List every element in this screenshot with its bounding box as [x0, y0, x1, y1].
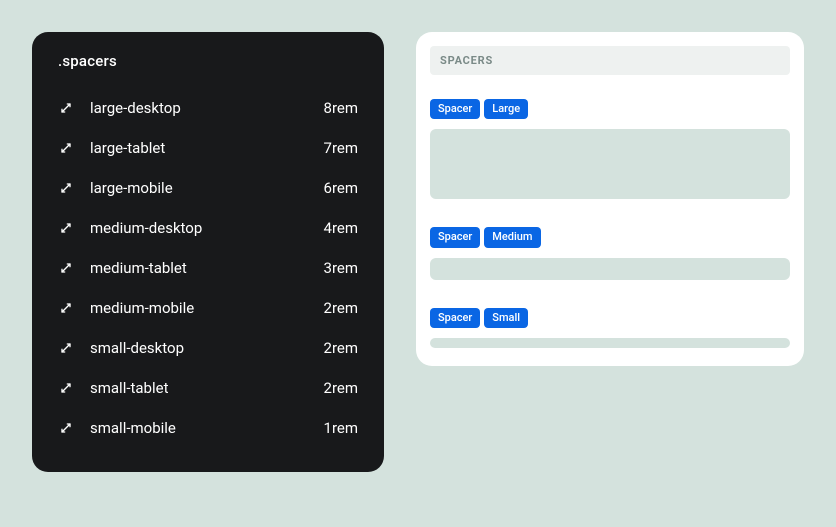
- spacer-example: SpacerLarge: [430, 99, 790, 199]
- expand-arrow-icon: [58, 180, 74, 196]
- spacer-row: large-tablet 7rem: [58, 128, 358, 168]
- spacer-example: SpacerSmall: [430, 308, 790, 348]
- spacer-value: 2rem: [324, 339, 358, 357]
- spacer-name: large-mobile: [90, 179, 308, 197]
- spacer-name: medium-desktop: [90, 219, 308, 237]
- tag-row: SpacerMedium: [430, 227, 790, 247]
- spacer-name: small-desktop: [90, 339, 308, 357]
- expand-arrow-icon: [58, 100, 74, 116]
- expand-arrow-icon: [58, 380, 74, 396]
- spacer-row: large-mobile 6rem: [58, 168, 358, 208]
- tag-size: Medium: [484, 227, 540, 247]
- tag-size: Small: [484, 308, 528, 328]
- spacer-name: large-tablet: [90, 139, 308, 157]
- expand-arrow-icon: [58, 340, 74, 356]
- spacer-value: 2rem: [324, 299, 358, 317]
- expand-arrow-icon: [58, 220, 74, 236]
- spacer-value: 3rem: [324, 259, 358, 277]
- spacer-example: SpacerMedium: [430, 227, 790, 279]
- examples-panel: SPACERS SpacerLargeSpacerMediumSpacerSma…: [416, 32, 804, 366]
- spacer-name: small-tablet: [90, 379, 308, 397]
- spacer-row: small-tablet 2rem: [58, 368, 358, 408]
- expand-arrow-icon: [58, 260, 74, 276]
- spacer-name: large-desktop: [90, 99, 308, 117]
- spacer-name: medium-mobile: [90, 299, 308, 317]
- spacer-value: 1rem: [324, 419, 358, 437]
- spacer-row: small-mobile 1rem: [58, 408, 358, 448]
- spacer-visual: [430, 129, 790, 199]
- spacer-value: 8rem: [324, 99, 358, 117]
- spacer-name: small-mobile: [90, 419, 308, 437]
- tag-spacer: Spacer: [430, 308, 480, 328]
- expand-arrow-icon: [58, 300, 74, 316]
- spacer-row: medium-tablet 3rem: [58, 248, 358, 288]
- tag-spacer: Spacer: [430, 227, 480, 247]
- spacer-visual: [430, 338, 790, 348]
- tag-row: SpacerLarge: [430, 99, 790, 119]
- spacer-value: 2rem: [324, 379, 358, 397]
- examples-header: SPACERS: [430, 46, 790, 75]
- tag-size: Large: [484, 99, 528, 119]
- tag-row: SpacerSmall: [430, 308, 790, 328]
- spacer-row: medium-desktop 4rem: [58, 208, 358, 248]
- expand-arrow-icon: [58, 140, 74, 156]
- spacer-value: 4rem: [324, 219, 358, 237]
- spacer-row: medium-mobile 2rem: [58, 288, 358, 328]
- spacer-value: 6rem: [324, 179, 358, 197]
- expand-arrow-icon: [58, 420, 74, 436]
- spacer-visual: [430, 258, 790, 280]
- spacer-name: medium-tablet: [90, 259, 308, 277]
- spacer-value: 7rem: [324, 139, 358, 157]
- spacer-row: large-desktop 8rem: [58, 88, 358, 128]
- spacer-row: small-desktop 2rem: [58, 328, 358, 368]
- spacers-panel-title: .spacers: [58, 52, 358, 70]
- tag-spacer: Spacer: [430, 99, 480, 119]
- spacers-panel: .spacers large-desktop 8rem large-tablet 7r…: [32, 32, 384, 472]
